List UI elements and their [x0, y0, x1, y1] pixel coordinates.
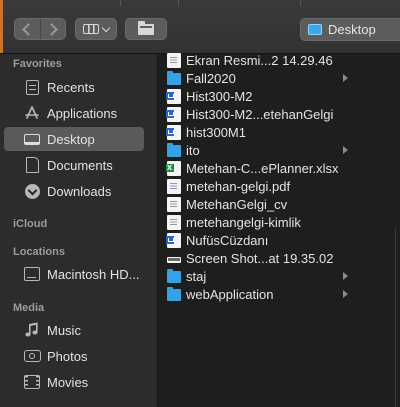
folder-icon [167, 71, 181, 85]
sidebar-item-label: Applications [47, 105, 118, 121]
divider [120, 0, 121, 6]
file-row[interactable]: Ekran Resmi...2 14.29.46 [158, 51, 358, 69]
back-button[interactable] [15, 19, 40, 39]
folder-icon [167, 269, 181, 283]
word-document-icon [166, 106, 181, 122]
file-row[interactable]: hist300M1 [158, 123, 358, 141]
word-document-icon [166, 232, 181, 248]
sidebar-heading-icloud[interactable]: iCloud [13, 218, 47, 230]
word-document-icon [166, 124, 181, 140]
movies-icon [23, 373, 41, 391]
sidebar-item-recents[interactable]: Recents [4, 75, 144, 99]
sidebar-item-photos[interactable]: Photos [4, 344, 144, 368]
navigation-buttons [14, 18, 66, 40]
file-row[interactable]: Hist300-M2 [158, 87, 358, 105]
pdf-icon [167, 178, 181, 194]
file-name: ito [186, 142, 200, 158]
file-name: Hist300-M2...etehanGelgi [186, 106, 334, 122]
view-options-button[interactable] [75, 18, 117, 40]
sidebar-item-label: Photos [47, 348, 88, 364]
file-row[interactable]: Metehan-C...ePlanner.xlsx [158, 159, 358, 177]
sidebar: Favorites Recents Applications Desktop D… [0, 54, 158, 407]
file-row[interactable]: Hist300-M2...etehanGelgi [158, 105, 358, 123]
sidebar-item-label: Movies [47, 374, 89, 390]
file-row[interactable]: MetehanGelgi_cv [158, 195, 358, 213]
folder-row[interactable]: webApplication [158, 285, 358, 303]
sidebar-item-music[interactable]: Music [4, 318, 144, 342]
file-name: MetehanGelgi_cv [186, 196, 288, 212]
recents-icon [23, 78, 41, 96]
documents-icon [23, 156, 41, 174]
file-name: metehan-gelgi.pdf [186, 178, 291, 194]
sidebar-item-label: Macintosh HD... [47, 266, 139, 282]
disclosure-arrow-icon [343, 290, 348, 298]
toolbar: Desktop [0, 0, 400, 54]
file-name: hist300M1 [186, 124, 246, 140]
file-name: Hist300-M2 [186, 88, 253, 104]
divider [300, 0, 301, 6]
sidebar-heading-media[interactable]: Media [13, 302, 44, 314]
sidebar-item-desktop[interactable]: Desktop [4, 127, 144, 151]
disclosure-arrow-icon [343, 272, 348, 280]
document-icon [167, 52, 181, 68]
column-view-icon [83, 24, 99, 34]
window-edge-highlight [0, 0, 3, 53]
file-name: Fall2020 [186, 70, 236, 86]
file-row[interactable]: metehangelgi-kimlik [158, 213, 358, 231]
sidebar-item-label: Desktop [47, 131, 95, 147]
file-name: webApplication [186, 286, 274, 302]
column-resize-divider[interactable] [395, 228, 396, 407]
desktop-icon [23, 130, 41, 148]
location-label: Desktop [328, 22, 376, 37]
hard-drive-icon [23, 265, 41, 283]
forward-button[interactable] [39, 19, 66, 39]
disclosure-arrow-icon [343, 146, 348, 154]
photos-icon [23, 347, 41, 365]
document-icon [167, 214, 181, 230]
file-name: NufüsCüzdanı [186, 232, 269, 248]
folder-icon [138, 20, 154, 35]
file-name: staj [186, 268, 207, 284]
folder-row[interactable]: staj [158, 267, 358, 285]
music-icon [23, 321, 41, 339]
chevron-right-icon [44, 22, 58, 36]
sidebar-item-applications[interactable]: Applications [4, 101, 144, 125]
sidebar-item-downloads[interactable]: Downloads [4, 179, 144, 203]
folder-row[interactable]: ito [158, 141, 358, 159]
downloads-icon [23, 182, 41, 200]
chevron-down-icon [101, 23, 111, 32]
file-name: Metehan-C...ePlanner.xlsx [186, 160, 339, 176]
sidebar-item-label: Downloads [47, 183, 112, 199]
file-name: Screen Shot...at 19.35.02 [186, 250, 334, 266]
desktop-folder-icon [308, 24, 322, 35]
sidebar-item-documents[interactable]: Documents [4, 153, 144, 177]
document-icon [167, 196, 181, 212]
file-name: metehangelgi-kimlik [186, 214, 301, 230]
sidebar-item-label: Recents [47, 79, 95, 95]
file-row[interactable]: Screen Shot...at 19.35.02 [158, 249, 358, 267]
sidebar-item-movies[interactable]: Movies [4, 370, 144, 394]
folder-icon [167, 143, 181, 157]
folder-row[interactable]: Fall2020 [158, 69, 358, 87]
applications-icon [23, 104, 41, 122]
chevron-left-icon [22, 22, 36, 36]
sidebar-heading-favorites[interactable]: Favorites [13, 58, 62, 70]
screenshot-icon [167, 257, 181, 263]
disclosure-arrow-icon [343, 74, 348, 82]
sidebar-item-label: Documents [47, 157, 113, 173]
sidebar-item-macintosh-hd[interactable]: Macintosh HD... [4, 262, 144, 286]
file-row[interactable]: metehan-gelgi.pdf [158, 177, 358, 195]
word-document-icon [166, 88, 181, 104]
folder-icon [167, 287, 181, 301]
location-popup[interactable]: Desktop [300, 18, 400, 41]
file-row[interactable]: NufüsCüzdanı [158, 231, 358, 249]
file-name: Ekran Resmi...2 14.29.46 [186, 52, 333, 68]
excel-document-icon [166, 160, 181, 176]
file-column: Ekran Resmi...2 14.29.46 Fall2020 Hist30… [158, 51, 400, 407]
divider [178, 0, 179, 6]
sidebar-heading-locations[interactable]: Locations [13, 246, 65, 258]
sidebar-item-label: Music [47, 322, 81, 338]
group-button[interactable] [125, 18, 167, 40]
